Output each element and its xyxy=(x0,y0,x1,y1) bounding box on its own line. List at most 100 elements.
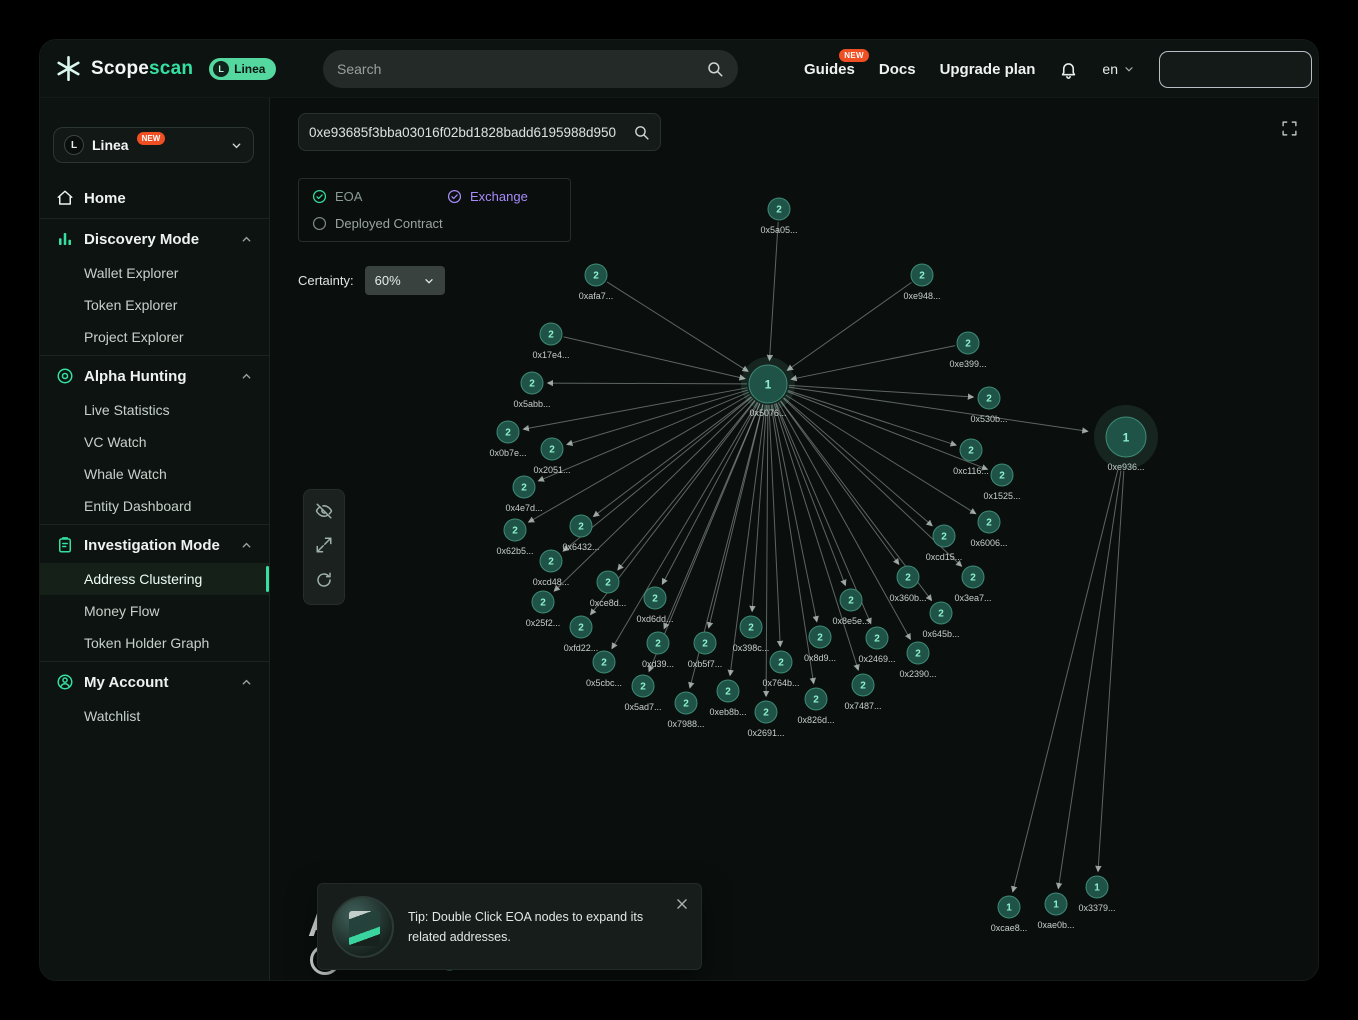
filter-exchange[interactable]: Exchange xyxy=(447,189,528,204)
graph-node[interactable]: 20xfd22... xyxy=(564,616,599,653)
graph-node[interactable]: 20x5ad7... xyxy=(624,675,661,712)
graph-node[interactable]: 20x1525... xyxy=(983,464,1020,501)
filter-deployed-contract[interactable]: Deployed Contract xyxy=(312,216,443,231)
filter-row: Deployed Contract xyxy=(312,216,557,231)
graph-node[interactable]: 20x17e4... xyxy=(532,323,569,360)
wallet-connect-button[interactable] xyxy=(1159,51,1312,88)
checked-circle-icon xyxy=(447,189,462,204)
sidebar-item-entity-dashboard[interactable]: Entity Dashboard xyxy=(40,490,269,522)
graph-node[interactable]: 20xc116... xyxy=(953,439,989,476)
graph-node[interactable]: 20xd6dd... xyxy=(636,587,673,624)
graph-node[interactable]: 20x5a05... xyxy=(760,198,797,235)
sidebar-section-investigation-mode[interactable]: Investigation Mode xyxy=(40,527,269,563)
nav-upgrade-plan[interactable]: Upgrade plan xyxy=(940,61,1036,78)
sidebar-item-home[interactable]: Home xyxy=(40,180,269,216)
graph-node[interactable]: 20xcd48... xyxy=(533,550,570,587)
node-address-label: 0xb5f7... xyxy=(688,659,723,669)
refresh-button[interactable] xyxy=(312,570,336,594)
sidebar-item-watchlist[interactable]: Watchlist xyxy=(40,700,269,732)
node-address-label: 0x360b... xyxy=(889,593,926,603)
hide-labels-button[interactable] xyxy=(312,500,336,524)
graph-node[interactable]: 20x5cbc... xyxy=(586,651,622,688)
svg-text:2: 2 xyxy=(986,394,992,405)
sidebar-section-discovery-mode[interactable]: Discovery Mode xyxy=(40,221,269,257)
graph-node[interactable]: 20xeb8b... xyxy=(709,680,746,717)
node-address-label: 0x2469... xyxy=(858,654,895,664)
user-icon xyxy=(56,673,74,691)
graph-node[interactable]: 20x5abb... xyxy=(513,372,550,409)
graph-node[interactable]: 20x360b... xyxy=(889,566,926,603)
fit-view-button[interactable] xyxy=(312,535,336,559)
sidebar-item-address-clustering[interactable]: Address Clustering xyxy=(40,563,269,595)
graph-node[interactable]: 20x530b... xyxy=(970,387,1007,424)
graph-node[interactable]: 20x2469... xyxy=(858,627,895,664)
language-selector[interactable]: en xyxy=(1102,61,1135,77)
chevron-up-icon xyxy=(240,370,253,383)
graph-node[interactable]: 20xe948... xyxy=(903,264,940,301)
graph-node[interactable]: 20x2390... xyxy=(899,642,936,679)
graph-node[interactable]: 20xb5f7... xyxy=(688,632,723,669)
filter-eoa[interactable]: EOA xyxy=(312,189,447,204)
address-input[interactable]: 0xe93685f3bba03016f02bd1828badd6195988d9… xyxy=(309,125,639,140)
graph-node[interactable]: 20x4e7d... xyxy=(505,476,542,513)
graph-node[interactable]: 10xe936... xyxy=(1094,405,1158,472)
sidebar-item-token-explorer[interactable]: Token Explorer xyxy=(40,289,269,321)
graph-node[interactable]: 20x7988... xyxy=(667,692,704,729)
top-nav: NEW Guides Docs Upgrade plan en xyxy=(804,40,1312,98)
graph-node[interactable]: 20x25f2... xyxy=(526,591,561,628)
nav-guides[interactable]: NEW Guides xyxy=(804,61,855,78)
sidebar-item-project-explorer[interactable]: Project Explorer xyxy=(40,321,269,353)
global-search[interactable] xyxy=(323,50,738,88)
graph-node[interactable]: 10xcae8... xyxy=(991,896,1028,933)
graph-edge xyxy=(664,403,760,628)
svg-text:2: 2 xyxy=(817,633,823,644)
graph-node[interactable]: 20x8d9... xyxy=(804,626,836,663)
graph-edge xyxy=(772,405,817,622)
tip-toast: Tip: Double Click EOA nodes to expand it… xyxy=(317,883,702,970)
graph-node[interactable]: 20x826d... xyxy=(797,688,834,725)
graph-node[interactable]: 20x6006... xyxy=(970,511,1007,548)
svg-text:1: 1 xyxy=(765,377,772,391)
graph-node[interactable]: 20xd39... xyxy=(642,632,674,669)
node-address-label: 0xe948... xyxy=(903,291,940,301)
notifications-bell-icon[interactable] xyxy=(1059,60,1078,79)
graph-node[interactable]: 10xae0b... xyxy=(1037,893,1074,930)
node-address-label: 0x5a05... xyxy=(760,225,797,235)
graph-node[interactable]: 20x764b... xyxy=(762,651,799,688)
graph-node[interactable]: 20x2051... xyxy=(533,438,570,475)
graph-node[interactable]: 20x7487... xyxy=(844,674,881,711)
sidebar-item-vc-watch[interactable]: VC Watch xyxy=(40,426,269,458)
graph-edge xyxy=(784,398,932,526)
graph-node[interactable]: 20x62b5... xyxy=(496,519,533,556)
sidebar-item-money-flow[interactable]: Money Flow xyxy=(40,595,269,627)
network-selector[interactable]: L Linea NEW xyxy=(53,127,254,163)
graph-node[interactable]: 20x0b7e... xyxy=(489,421,526,458)
graph-node[interactable]: 20xce8d... xyxy=(590,571,627,608)
global-search-input[interactable] xyxy=(337,61,698,77)
nav-docs[interactable]: Docs xyxy=(879,61,916,78)
graph-node[interactable]: 20x3ea7... xyxy=(954,566,991,603)
brand-logo[interactable]: Scopescan L Linea xyxy=(40,55,276,82)
graph-edge xyxy=(564,337,745,379)
address-search-box[interactable]: 0xe93685f3bba03016f02bd1828badd6195988d9… xyxy=(298,113,661,151)
graph-node[interactable]: 10x3379... xyxy=(1078,876,1115,913)
graph-node[interactable]: 20x398c... xyxy=(733,616,770,653)
sidebar-item-whale-watch[interactable]: Whale Watch xyxy=(40,458,269,490)
search-icon[interactable] xyxy=(633,124,650,141)
node-address-label: 0x4e7d... xyxy=(505,503,542,513)
sidebar-item-token-holder-graph[interactable]: Token Holder Graph xyxy=(40,627,269,659)
close-icon[interactable] xyxy=(675,897,689,911)
sidebar-section-alpha-hunting[interactable]: Alpha Hunting xyxy=(40,358,269,394)
certainty-dropdown[interactable]: 60% xyxy=(365,266,445,295)
svg-text:2: 2 xyxy=(848,596,854,607)
graph-node[interactable]: 20x6432... xyxy=(562,515,599,552)
node-address-label: 0x2691... xyxy=(747,728,784,738)
graph-node[interactable]: 20x2691... xyxy=(747,701,784,738)
sidebar-section-my-account[interactable]: My Account xyxy=(40,664,269,700)
fullscreen-button[interactable] xyxy=(1277,118,1301,142)
graph-node[interactable]: 20x645b... xyxy=(922,602,959,639)
graph-node[interactable]: 20xe399... xyxy=(949,332,986,369)
sidebar-item-wallet-explorer[interactable]: Wallet Explorer xyxy=(40,257,269,289)
graph-node[interactable]: 20xcd15... xyxy=(926,525,963,562)
sidebar-item-live-statistics[interactable]: Live Statistics xyxy=(40,394,269,426)
